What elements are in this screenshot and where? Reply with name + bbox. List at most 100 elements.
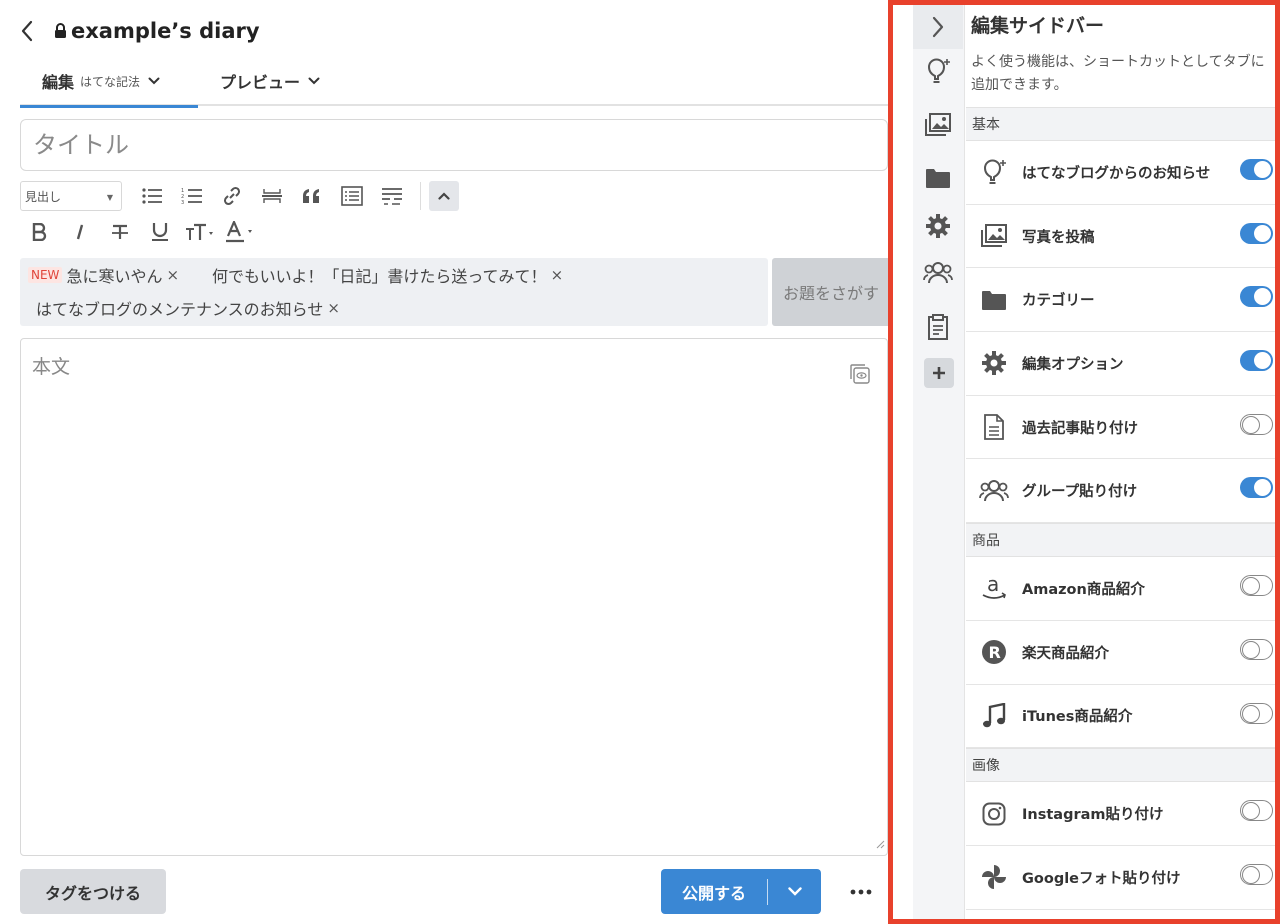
lightbulb-icon <box>923 56 953 86</box>
publish-button-label: 公開する <box>681 883 746 903</box>
blockquote-button[interactable] <box>292 180 332 212</box>
toggle-switch[interactable] <box>1240 702 1273 724</box>
edit-mode-label: はてな記法 <box>80 74 141 89</box>
read-more-button[interactable] <box>372 180 412 212</box>
sidebar-item-label: Googleフォト貼り付け <box>1022 870 1181 887</box>
google-photos-icon <box>966 863 1022 891</box>
sidebar-item-rakuten: R 楽天商品紹介 <box>966 621 1275 685</box>
horizontal-rule-button[interactable] <box>252 180 292 212</box>
sidebar-item-category: カテゴリー <box>966 268 1275 333</box>
editor-tabs: 編集 はてな記法 プレビュー <box>20 56 888 108</box>
toggle-switch[interactable] <box>1240 575 1273 597</box>
lock-icon <box>54 23 67 39</box>
title-input[interactable] <box>20 119 888 171</box>
table-of-contents-button[interactable] <box>332 180 372 212</box>
chevron-right-icon <box>931 16 945 38</box>
chevron-left-icon <box>20 20 34 42</box>
italic-icon <box>74 223 86 241</box>
rail-tab-group[interactable] <box>913 251 963 295</box>
svg-text:a: a <box>987 574 999 596</box>
dropdown-arrow-icon: ▼ <box>106 193 113 202</box>
chevron-down-icon <box>148 77 160 85</box>
plus-icon <box>932 366 946 380</box>
font-size-button[interactable] <box>180 216 220 248</box>
text-color-button[interactable] <box>220 216 260 248</box>
strikethrough-icon <box>111 223 129 241</box>
toggle-switch[interactable] <box>1240 800 1273 822</box>
remove-topic-icon[interactable]: × <box>551 266 564 284</box>
text-color-icon <box>225 221 255 243</box>
tab-edit[interactable]: 編集 はてな記法 <box>20 56 198 108</box>
publish-options-button[interactable] <box>768 887 821 896</box>
toggle-switch[interactable] <box>1240 477 1273 499</box>
toggle-switch[interactable] <box>1240 222 1273 244</box>
tab-preview[interactable]: プレビュー <box>198 56 342 106</box>
folder-icon <box>966 289 1022 311</box>
instagram-icon <box>966 802 1022 826</box>
collapse-sidebar-button[interactable] <box>913 5 963 49</box>
sidebar-item-label: カテゴリー <box>1022 293 1095 310</box>
edit-sidebar: 編集サイドバー よく使う機能は、ショートカットとしてタブに追加できます。 基本 … <box>888 0 1280 924</box>
bullet-list-button[interactable] <box>132 180 172 212</box>
sidebar-item-past-articles: 過去記事貼り付け <box>966 396 1275 460</box>
section-header-products: 商品 <box>966 523 1275 558</box>
sidebar-item-group: グループ貼り付け <box>966 459 1275 524</box>
resize-handle-icon[interactable] <box>875 834 885 853</box>
toggle-switch[interactable] <box>1240 350 1273 372</box>
publish-button[interactable]: 公開する <box>661 869 821 914</box>
blog-title-text: example’s diary <box>71 19 260 43</box>
topic-chip[interactable]: 何でもいいよ！「日記」書けたら送ってみて！ × <box>212 263 563 287</box>
heading-select[interactable]: 見出し ▼ <box>20 181 122 211</box>
font-size-icon <box>185 223 215 241</box>
underline-button[interactable] <box>140 216 180 248</box>
rail-tab-clipboard[interactable] <box>913 305 963 349</box>
remove-topic-icon[interactable]: × <box>327 299 340 317</box>
more-options-button[interactable] <box>846 880 876 904</box>
document-icon <box>966 414 1022 440</box>
editor-pane: example’s diary 編集 はてな記法 プレビュー 見出し ▼ <box>0 0 890 924</box>
ellipsis-icon <box>850 889 872 895</box>
tab-edit-label: 編集 <box>42 73 75 92</box>
remove-topic-icon[interactable]: × <box>166 266 179 284</box>
rail-tab-photo[interactable] <box>913 103 963 147</box>
numbered-list-button[interactable]: 123 <box>172 180 212 212</box>
topic-chip[interactable]: NEW 急に寒いやん × <box>28 263 179 287</box>
italic-button[interactable] <box>60 216 100 248</box>
toggle-switch[interactable] <box>1240 863 1273 885</box>
body-placeholder: 本文 <box>32 356 71 378</box>
toggle-switch[interactable] <box>1240 638 1273 660</box>
preview-toggle-icon[interactable] <box>849 363 871 389</box>
sidebar-item-amazon: a Amazon商品紹介 <box>966 557 1275 621</box>
find-topic-button[interactable]: お題をさがす <box>772 258 890 326</box>
rail-tab-options[interactable] <box>913 204 963 248</box>
toggle-switch[interactable] <box>1240 286 1273 308</box>
topic-label: 何でもいいよ！「日記」書けたら送ってみて！ <box>212 267 547 286</box>
strikethrough-button[interactable] <box>100 216 140 248</box>
tab-preview-label: プレビュー <box>220 73 301 92</box>
rakuten-icon: R <box>966 639 1022 665</box>
rail-tab-category[interactable] <box>913 156 963 200</box>
link-icon <box>221 185 243 207</box>
link-button[interactable] <box>212 180 252 212</box>
sidebar-item-photo: 写真を投稿 <box>966 205 1275 269</box>
sidebar-item-label: 写真を投稿 <box>1022 229 1095 246</box>
quote-icon <box>302 188 322 204</box>
body-editor[interactable]: 本文 <box>20 338 888 856</box>
add-tag-button[interactable]: タグをつける <box>20 869 166 914</box>
sidebar-item-label: Instagram貼り付け <box>1022 807 1164 824</box>
back-button[interactable] <box>20 12 54 50</box>
toggle-switch[interactable] <box>1240 159 1273 180</box>
folder-icon <box>925 167 951 189</box>
add-shortcut-button[interactable] <box>924 358 954 388</box>
rail-tab-notice[interactable] <box>913 49 963 93</box>
bullet-list-icon <box>141 187 163 205</box>
bold-button[interactable] <box>20 216 60 248</box>
topic-chip[interactable]: はてなブログのメンテナンスのお知らせ × <box>36 296 340 320</box>
sidebar-content: 編集サイドバー よく使う機能は、ショートカットとしてタブに追加できます。 基本 … <box>966 5 1275 919</box>
toggle-switch[interactable] <box>1240 413 1273 435</box>
sidebar-item-instagram: Instagram貼り付け <box>966 782 1275 846</box>
sidebar-title: 編集サイドバー <box>971 15 1105 37</box>
clipboard-icon <box>927 314 949 340</box>
group-icon <box>966 479 1022 503</box>
collapse-toolbar-button[interactable] <box>429 181 459 211</box>
